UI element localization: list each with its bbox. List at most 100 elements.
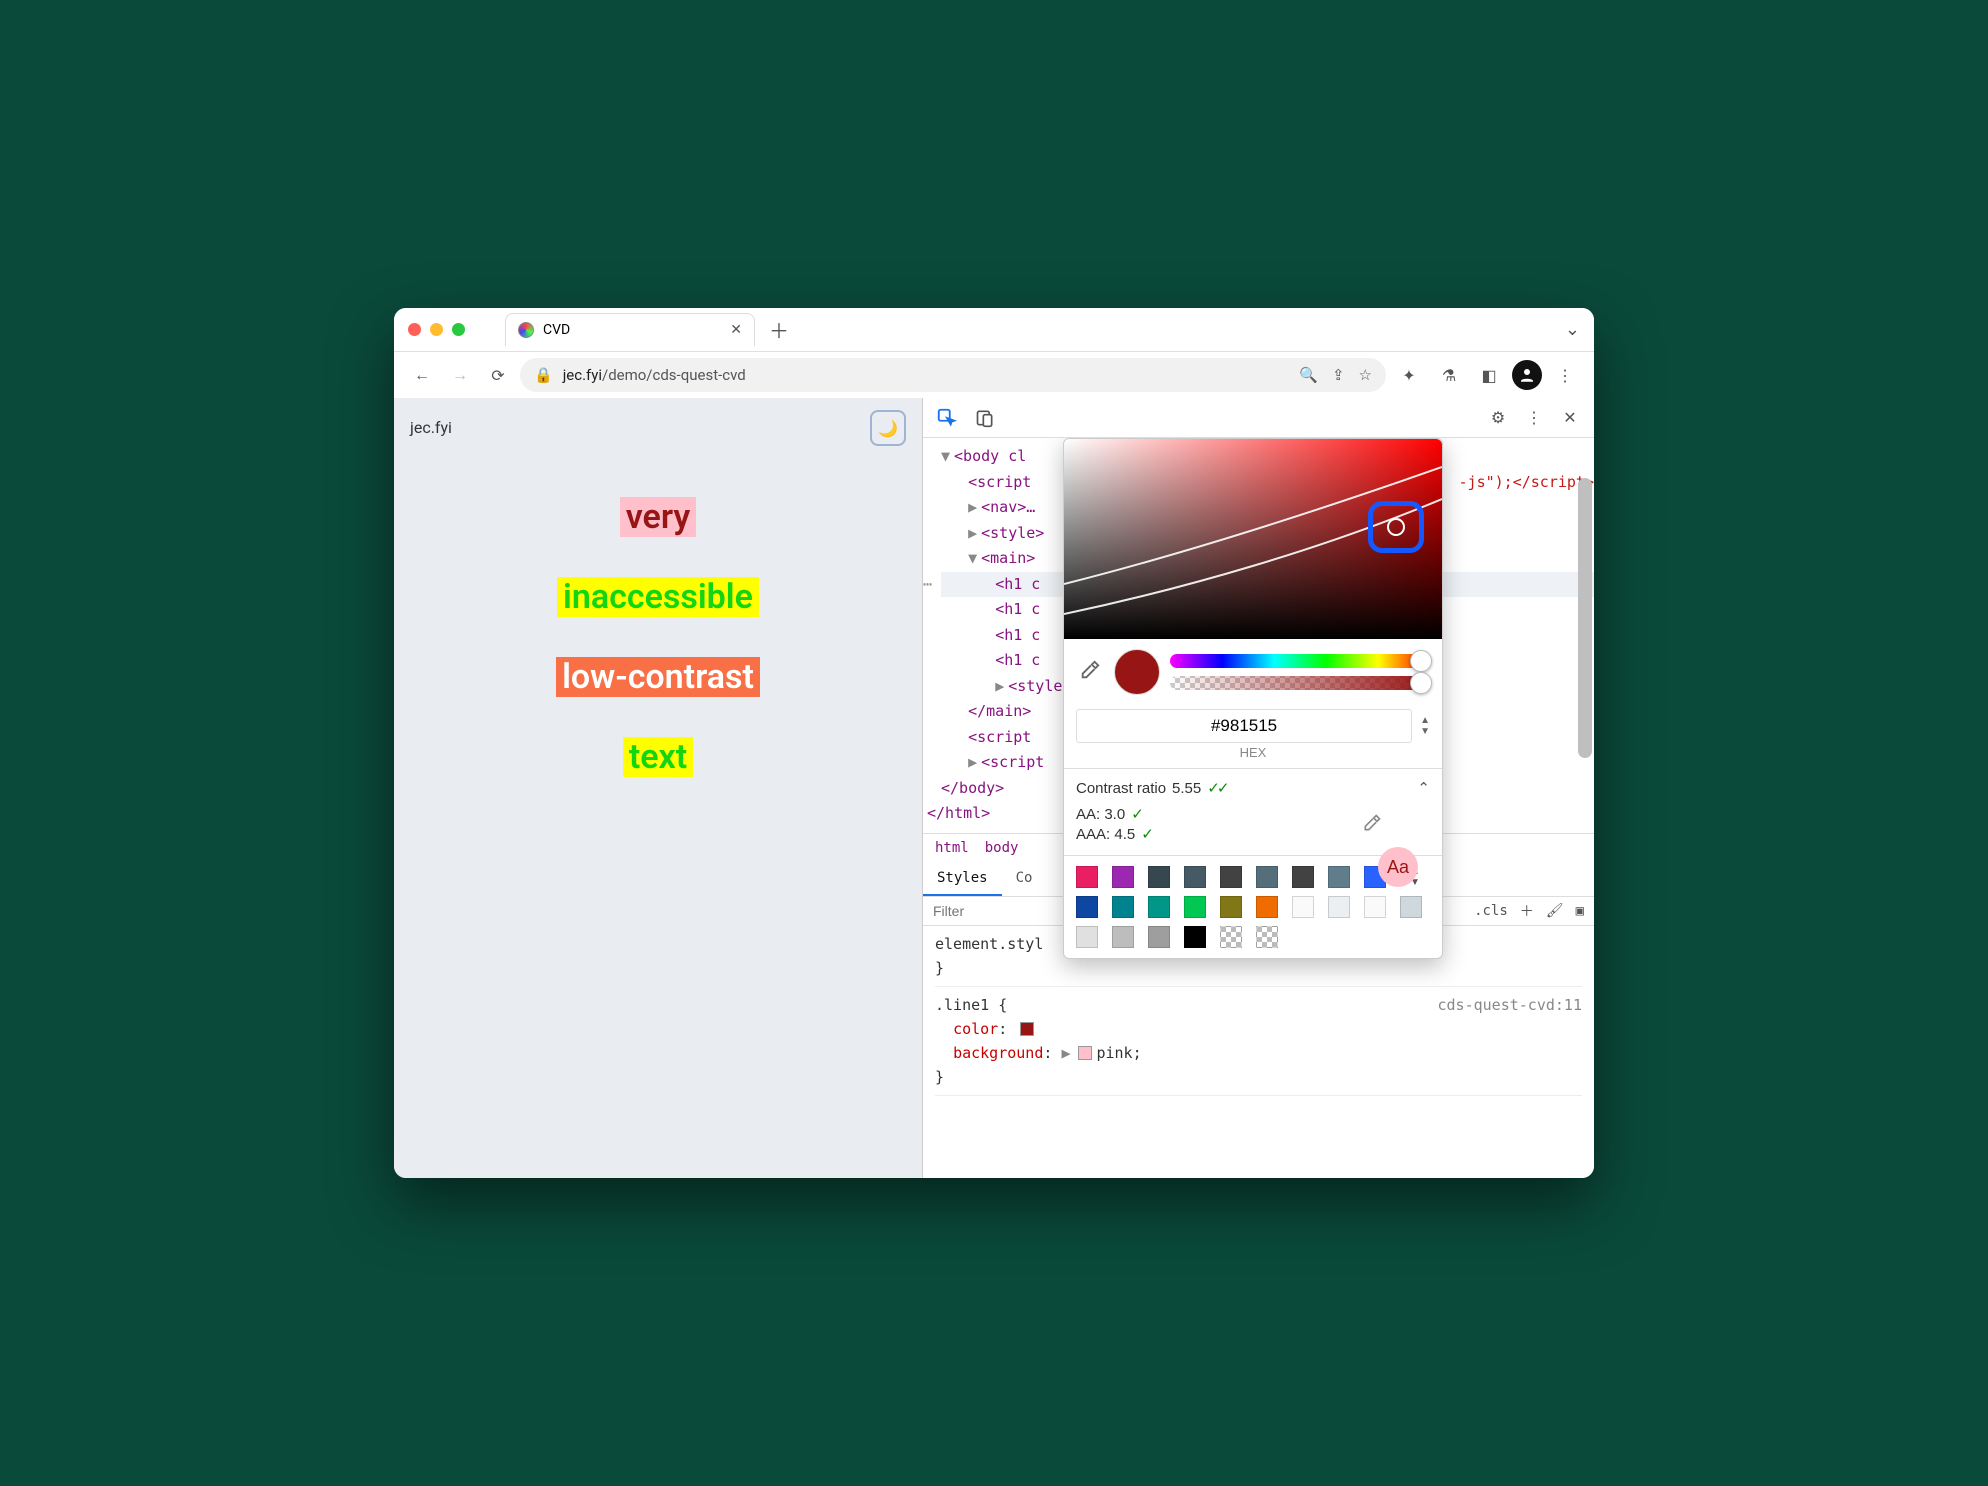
tabs-overflow-button[interactable]: ⌄ <box>1565 319 1580 340</box>
breadcrumb-item[interactable]: body <box>985 840 1019 856</box>
maximize-window-button[interactable] <box>452 323 465 336</box>
share-icon[interactable]: ⇪ <box>1332 366 1345 384</box>
dom-node[interactable]: <nav>… <box>981 498 1035 516</box>
dom-node[interactable]: </main> <box>968 702 1031 720</box>
dom-node[interactable]: <body cl <box>954 447 1026 465</box>
url-input[interactable]: 🔒 jec.fyi/demo/cds-quest-cvd 🔍 ⇪ ☆ <box>520 358 1386 392</box>
chrome-menu-button[interactable]: ⋮ <box>1548 358 1582 392</box>
device-mode-button[interactable] <box>971 404 999 432</box>
new-tab-button[interactable]: ＋ <box>769 315 789 344</box>
palette-swatch[interactable] <box>1184 926 1206 948</box>
palette-swatch[interactable] <box>1184 896 1206 918</box>
eyedropper-button[interactable] <box>1076 659 1104 685</box>
dom-node[interactable]: <main> <box>981 549 1035 567</box>
url-path: /demo/cds-quest-cvd <box>602 366 746 384</box>
css-prop[interactable]: background <box>953 1044 1043 1062</box>
hue-knob[interactable] <box>1410 650 1432 672</box>
dom-node[interactable]: <style <box>1008 677 1062 695</box>
palette-swatch[interactable] <box>1148 866 1170 888</box>
devtools-menu-button[interactable]: ⋮ <box>1520 404 1548 432</box>
tab-styles[interactable]: Styles <box>923 862 1002 896</box>
demo-line-1: very <box>620 497 697 537</box>
sv-square[interactable] <box>1064 439 1442 639</box>
dom-node[interactable]: <script <box>981 753 1044 771</box>
palette-swatch[interactable] <box>1292 896 1314 918</box>
styles-format-button[interactable]: 🖌 <box>1546 903 1564 919</box>
palette-swatch[interactable] <box>1076 926 1098 948</box>
palette-swatch[interactable] <box>1364 896 1386 918</box>
palette-swatch[interactable] <box>1220 896 1242 918</box>
forward-button[interactable]: → <box>444 359 476 391</box>
palette-swatch[interactable] <box>1112 926 1134 948</box>
dark-mode-toggle[interactable]: 🌙 <box>870 410 906 446</box>
rule-selector: element.styl <box>935 935 1043 953</box>
palette-swatch[interactable] <box>1148 896 1170 918</box>
palette-swatch[interactable] <box>1256 926 1278 948</box>
minimize-window-button[interactable] <box>430 323 443 336</box>
dom-node[interactable]: <style> <box>981 524 1044 542</box>
dom-node[interactable]: <script <box>968 473 1031 491</box>
alpha-knob[interactable] <box>1410 672 1432 694</box>
bookmark-icon[interactable]: ☆ <box>1359 366 1372 384</box>
breadcrumb-item[interactable]: html <box>935 840 969 856</box>
scrollbar-thumb[interactable] <box>1578 478 1592 758</box>
contrast-label: Contrast ratio <box>1076 780 1166 797</box>
cls-toggle[interactable]: .cls <box>1474 903 1508 919</box>
inspect-element-button[interactable] <box>933 404 961 432</box>
hex-label: HEX <box>1064 745 1442 768</box>
hue-slider[interactable] <box>1170 654 1430 668</box>
rule-line1[interactable]: .line1 { cds-quest-cvd:11 color: backgro… <box>935 993 1582 1096</box>
palette-swatch[interactable] <box>1400 896 1422 918</box>
dom-node[interactable]: <h1 c <box>995 626 1040 644</box>
palette-swatch[interactable] <box>1292 866 1314 888</box>
palette-swatch[interactable] <box>1184 866 1206 888</box>
dom-node[interactable]: <script <box>968 728 1031 746</box>
check-icon: ✓ <box>1131 805 1144 823</box>
dom-node-selected[interactable]: <h1 c <box>995 575 1040 593</box>
palette-swatch[interactable] <box>1256 866 1278 888</box>
current-color-swatch <box>1114 649 1160 695</box>
dom-node[interactable]: </html> <box>927 804 990 822</box>
palette-swatch[interactable] <box>1112 866 1134 888</box>
hex-input[interactable] <box>1076 709 1412 743</box>
color-swatch[interactable] <box>1020 1022 1034 1036</box>
contrast-section: Contrast ratio 5.55 ✓✓ ⌃ AA: 3.0 ✓ AAA: <box>1064 768 1442 855</box>
palette-swatch[interactable] <box>1220 866 1242 888</box>
alpha-slider[interactable] <box>1170 676 1430 690</box>
back-button[interactable]: ← <box>406 359 438 391</box>
close-tab-button[interactable]: ✕ <box>730 322 742 338</box>
format-switch[interactable]: ▲▼ <box>1420 715 1430 737</box>
palette-swatch[interactable] <box>1148 926 1170 948</box>
tab-computed[interactable]: Co <box>1002 862 1047 896</box>
browser-tab[interactable]: CVD ✕ <box>505 313 755 346</box>
palette-swatch[interactable] <box>1076 866 1098 888</box>
dom-node[interactable]: </body> <box>941 779 1004 797</box>
scrollbar[interactable] <box>1578 478 1592 1178</box>
zoom-icon[interactable]: 🔍 <box>1299 366 1318 384</box>
settings-button[interactable]: ⚙ <box>1484 404 1512 432</box>
palette-swatch[interactable] <box>1220 926 1242 948</box>
rule-source-link[interactable]: cds-quest-cvd:11 <box>1438 993 1583 1017</box>
dom-node[interactable]: <h1 c <box>995 600 1040 618</box>
side-panel-button[interactable]: ◧ <box>1472 358 1506 392</box>
sv-handle-highlight[interactable] <box>1368 501 1424 553</box>
palette-swatch[interactable] <box>1256 896 1278 918</box>
close-devtools-button[interactable]: ✕ <box>1556 404 1584 432</box>
close-window-button[interactable] <box>408 323 421 336</box>
labs-button[interactable]: ⚗ <box>1432 358 1466 392</box>
palette-swatch[interactable] <box>1112 896 1134 918</box>
palette-swatch[interactable] <box>1076 896 1098 918</box>
palette-swatch[interactable] <box>1328 866 1350 888</box>
contrast-eyedropper[interactable] <box>1362 813 1382 837</box>
new-rule-button[interactable]: ＋ <box>1520 901 1534 921</box>
tab-title: CVD <box>543 322 570 338</box>
palette-swatch[interactable] <box>1328 896 1350 918</box>
collapse-button[interactable]: ⌃ <box>1417 779 1430 797</box>
extensions-button[interactable]: ✦ <box>1392 358 1426 392</box>
color-swatch[interactable] <box>1078 1046 1092 1060</box>
profile-button[interactable] <box>1512 360 1542 390</box>
css-prop[interactable]: color <box>953 1020 998 1038</box>
dom-node[interactable]: <h1 c <box>995 651 1040 669</box>
reload-button[interactable]: ⟳ <box>482 359 514 391</box>
css-value[interactable]: pink <box>1096 1044 1132 1062</box>
